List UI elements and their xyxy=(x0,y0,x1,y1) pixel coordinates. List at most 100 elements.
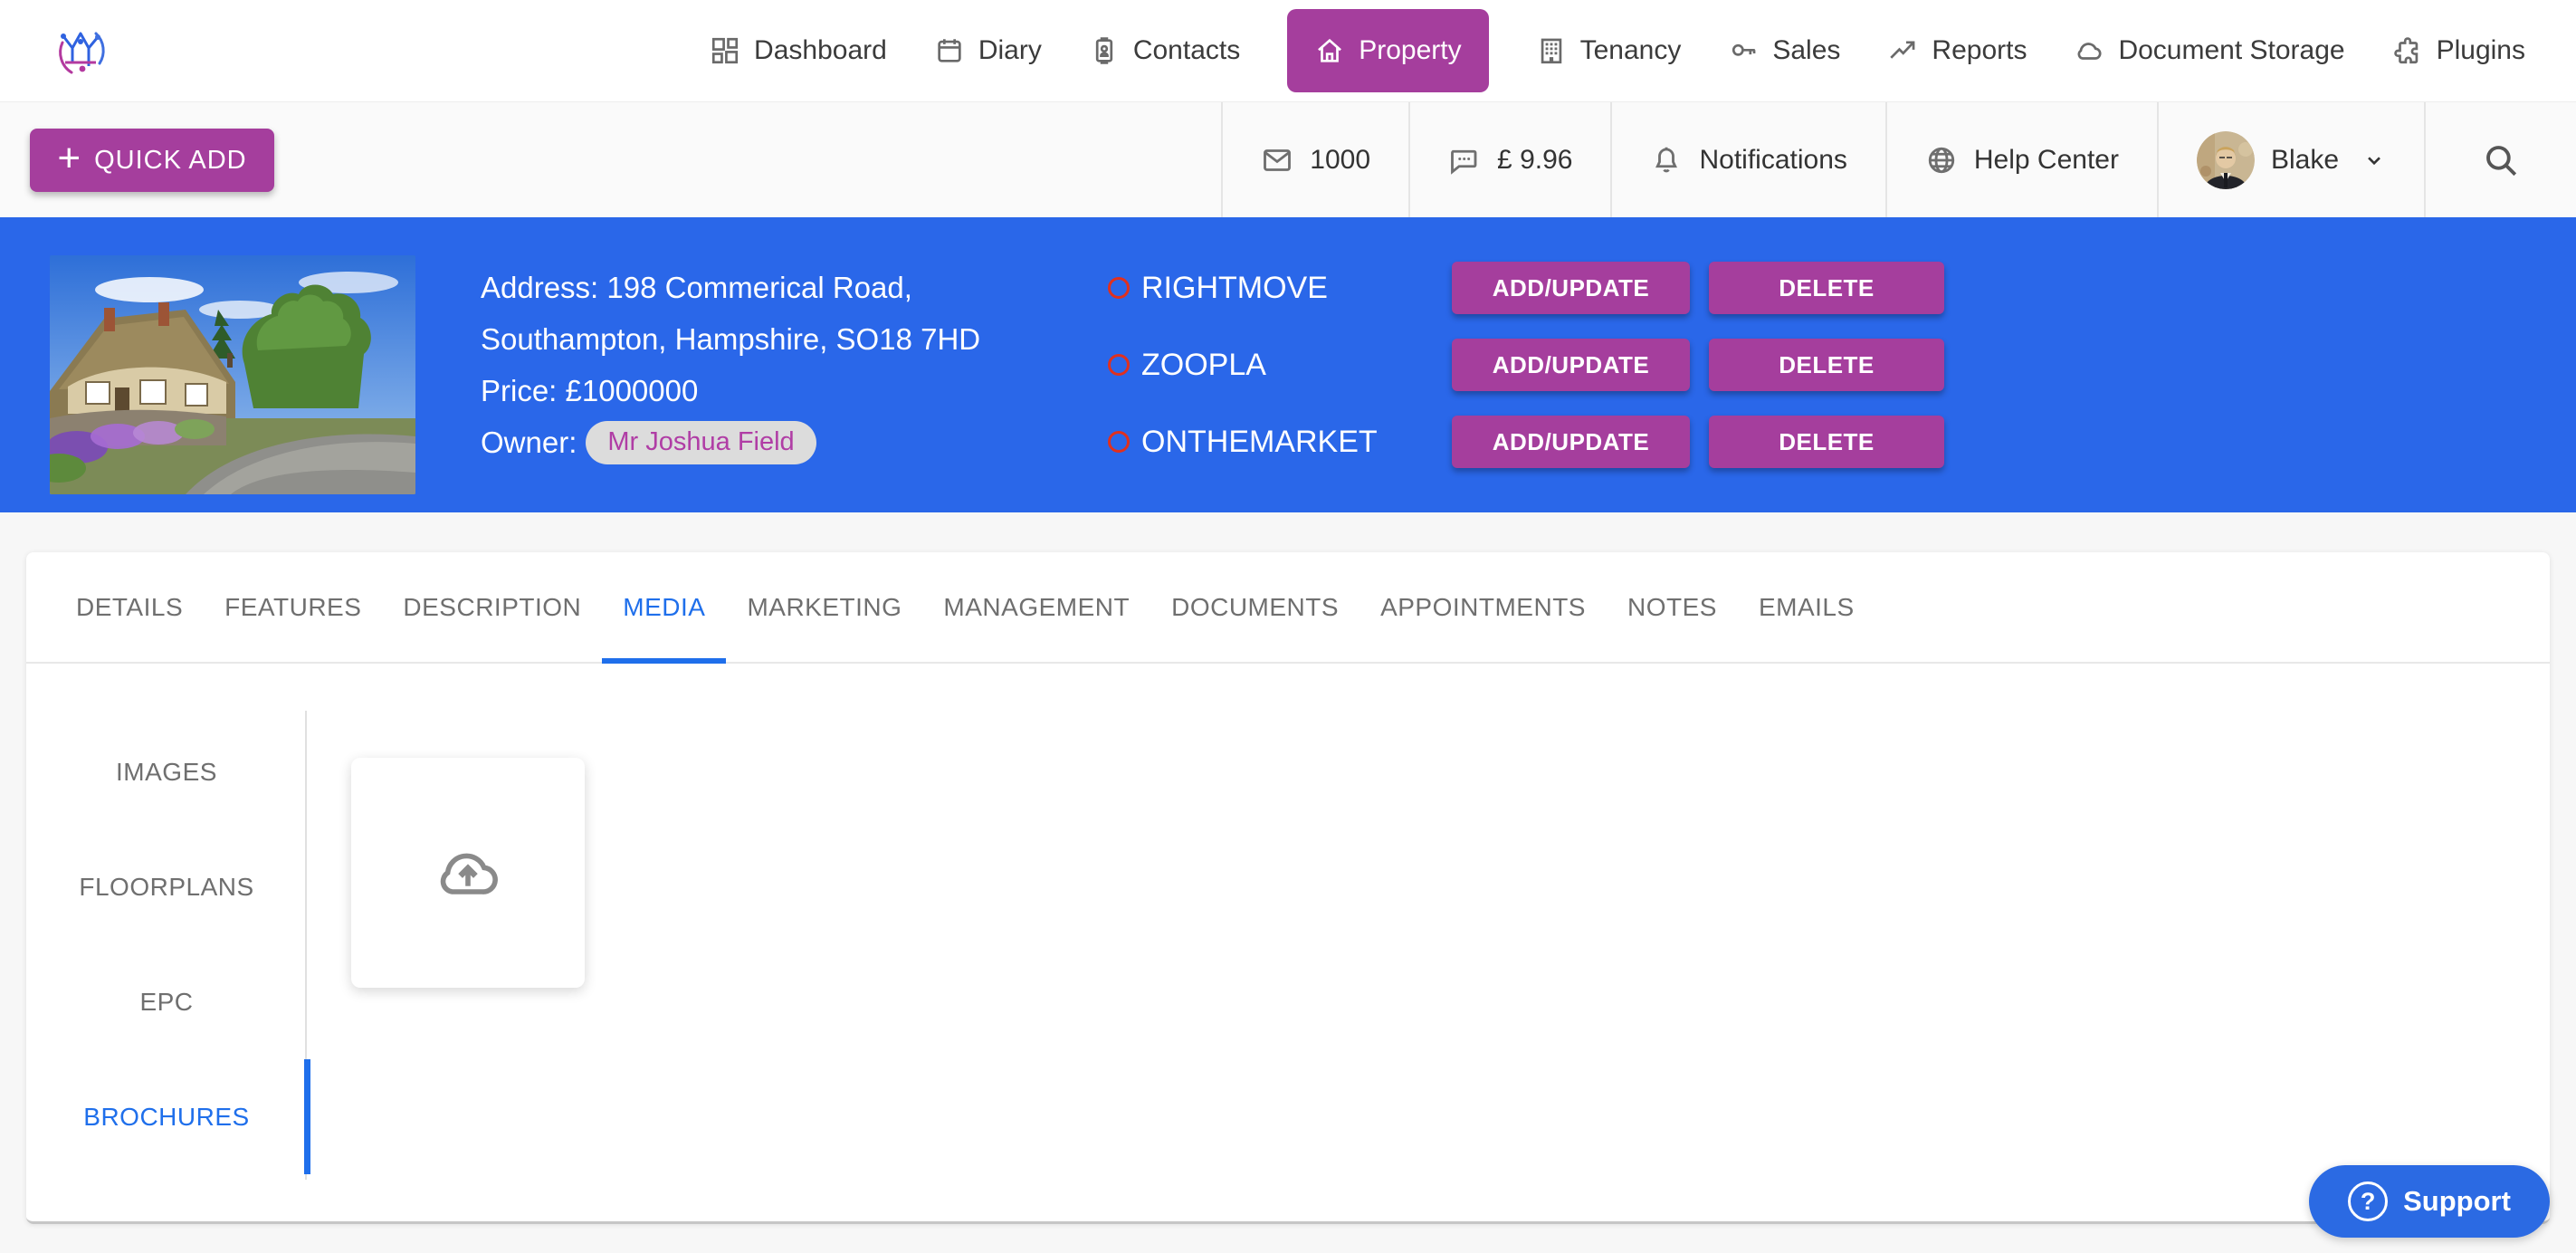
nav-label: Document Storage xyxy=(2118,35,2344,66)
nav-item-plugins[interactable]: Plugins xyxy=(2392,35,2525,66)
portal-row-rightmove: RIGHTMOVE xyxy=(1108,262,1452,314)
tab-management[interactable]: MANAGEMENT xyxy=(922,552,1150,662)
nav-label: Tenancy xyxy=(1580,35,1682,66)
notifications-button[interactable]: Notifications xyxy=(1610,102,1884,217)
mail-counter[interactable]: 1000 xyxy=(1221,102,1408,217)
help-center-label: Help Center xyxy=(1974,145,2119,176)
brochures-panel xyxy=(307,664,2550,1222)
search-button[interactable] xyxy=(2424,102,2576,217)
nav-label: Property xyxy=(1359,35,1461,66)
upload-dropzone[interactable] xyxy=(351,758,585,988)
tab-media[interactable]: MEDIA xyxy=(602,552,726,662)
balance-amount: £ 9.96 xyxy=(1497,145,1572,176)
owner-label: Owner: xyxy=(481,416,577,468)
property-detail-card: DETAILS FEATURES DESCRIPTION MEDIA MARKE… xyxy=(26,552,2550,1224)
sidebar-item-images[interactable]: IMAGES xyxy=(26,714,307,829)
active-indicator xyxy=(304,1059,310,1174)
tab-details[interactable]: DETAILS xyxy=(55,552,204,662)
tab-documents[interactable]: DOCUMENTS xyxy=(1150,552,1360,662)
nav-item-sales[interactable]: Sales xyxy=(1728,35,1840,66)
nav-item-document-storage[interactable]: Document Storage xyxy=(2074,35,2344,66)
owner-chip[interactable]: Mr Joshua Field xyxy=(586,421,816,464)
tab-appointments[interactable]: APPOINTMENTS xyxy=(1360,552,1607,662)
sidebar-item-label: BROCHURES xyxy=(83,1103,249,1132)
chevron-down-icon xyxy=(2362,148,2386,172)
notifications-label: Notifications xyxy=(1699,145,1846,176)
question-circle-icon: ? xyxy=(2348,1181,2388,1221)
tab-emails[interactable]: EMAILS xyxy=(1738,552,1875,662)
search-icon xyxy=(2482,141,2520,179)
nav-item-diary[interactable]: Diary xyxy=(934,35,1042,66)
user-avatar xyxy=(2197,131,2255,189)
brand-logo-icon[interactable] xyxy=(51,22,109,80)
quick-add-button[interactable]: + QUICK ADD xyxy=(30,129,274,192)
sidebar-item-floorplans[interactable]: FLOORPLANS xyxy=(26,829,307,944)
portal-row-onthemarket: ONTHEMARKET xyxy=(1108,416,1452,468)
cloud-icon xyxy=(2074,35,2104,66)
bell-icon xyxy=(1650,144,1683,177)
puzzle-icon xyxy=(2392,35,2423,66)
nav-label: Dashboard xyxy=(754,35,887,66)
contact-card-icon xyxy=(1089,35,1120,66)
media-sidebar: IMAGES FLOORPLANS EPC BROCHURES xyxy=(26,664,307,1222)
nav-item-tenancy[interactable]: Tenancy xyxy=(1536,35,1682,66)
address-line-1: Address: 198 Commerical Road, xyxy=(481,262,1083,313)
balance-indicator[interactable]: £ 9.96 xyxy=(1408,102,1610,217)
nav-item-reports[interactable]: Reports xyxy=(1887,35,2027,66)
mail-count: 1000 xyxy=(1310,145,1370,176)
tab-notes[interactable]: NOTES xyxy=(1607,552,1738,662)
sidebar-item-brochures[interactable]: BROCHURES xyxy=(26,1059,307,1174)
portal-status-icon xyxy=(1108,277,1130,299)
dashboard-grid-icon xyxy=(710,35,740,66)
property-banner: Address: 198 Commerical Road, Southampto… xyxy=(0,217,2576,512)
address-line-2: Southampton, Hampshire, SO18 7HD xyxy=(481,313,1083,365)
quick-add-label: QUICK ADD xyxy=(94,146,247,176)
toolbar-right: 1000 £ 9.96 Notifications xyxy=(1221,102,2576,217)
tab-marketing[interactable]: MARKETING xyxy=(726,552,922,662)
portal-actions-zoopla: ADD/UPDATE DELETE xyxy=(1452,339,1944,391)
support-button[interactable]: ? Support xyxy=(2309,1165,2550,1238)
delete-button[interactable]: DELETE xyxy=(1709,262,1944,314)
add-update-button[interactable]: ADD/UPDATE xyxy=(1452,416,1690,468)
calendar-icon xyxy=(934,35,965,66)
nav-label: Sales xyxy=(1772,35,1840,66)
portal-actions: ADD/UPDATE DELETE ADD/UPDATE DELETE ADD/… xyxy=(1452,262,1944,468)
price-line: Price: £1000000 xyxy=(481,365,1083,416)
property-info: Address: 198 Commerical Road, Southampto… xyxy=(481,262,1083,468)
chat-bubble-icon xyxy=(1448,144,1481,177)
add-update-button[interactable]: ADD/UPDATE xyxy=(1452,339,1690,391)
delete-button[interactable]: DELETE xyxy=(1709,416,1944,468)
portal-row-zoopla: ZOOPLA xyxy=(1108,339,1452,391)
key-icon xyxy=(1728,35,1759,66)
portal-name: ONTHEMARKET xyxy=(1141,425,1378,460)
nav-item-dashboard[interactable]: Dashboard xyxy=(710,35,887,66)
portal-actions-onthemarket: ADD/UPDATE DELETE xyxy=(1452,416,1944,468)
portal-actions-rightmove: ADD/UPDATE DELETE xyxy=(1452,262,1944,314)
media-tab-content: IMAGES FLOORPLANS EPC BROCHURES xyxy=(26,664,2550,1222)
toolbar: + QUICK ADD 1000 £ 9.96 xyxy=(0,101,2576,217)
delete-button[interactable]: DELETE xyxy=(1709,339,1944,391)
owner-row: Owner: Mr Joshua Field xyxy=(481,416,1083,468)
home-icon xyxy=(1314,35,1345,66)
trend-up-icon xyxy=(1887,35,1918,66)
tab-description[interactable]: DESCRIPTION xyxy=(382,552,602,662)
tab-features[interactable]: FEATURES xyxy=(204,552,382,662)
user-menu[interactable]: Blake xyxy=(2157,102,2424,217)
top-nav: Dashboard Diary Contacts xyxy=(0,0,2576,101)
nav-item-contacts[interactable]: Contacts xyxy=(1089,35,1240,66)
portal-status-icon xyxy=(1108,354,1130,376)
sidebar-item-epc[interactable]: EPC xyxy=(26,944,307,1059)
help-center-button[interactable]: Help Center xyxy=(1885,102,2157,217)
property-photo[interactable] xyxy=(50,255,415,494)
building-icon xyxy=(1536,35,1567,66)
nav-label: Reports xyxy=(1932,35,2027,66)
nav-item-property[interactable]: Property xyxy=(1287,9,1488,92)
tabs-row: DETAILS FEATURES DESCRIPTION MEDIA MARKE… xyxy=(26,552,2550,664)
portal-name: ZOOPLA xyxy=(1141,348,1266,383)
nav-label: Plugins xyxy=(2437,35,2525,66)
cloud-upload-icon xyxy=(423,835,513,911)
globe-icon xyxy=(1925,144,1958,177)
add-update-button[interactable]: ADD/UPDATE xyxy=(1452,262,1690,314)
nav-label: Diary xyxy=(978,35,1042,66)
envelope-icon xyxy=(1261,144,1293,177)
